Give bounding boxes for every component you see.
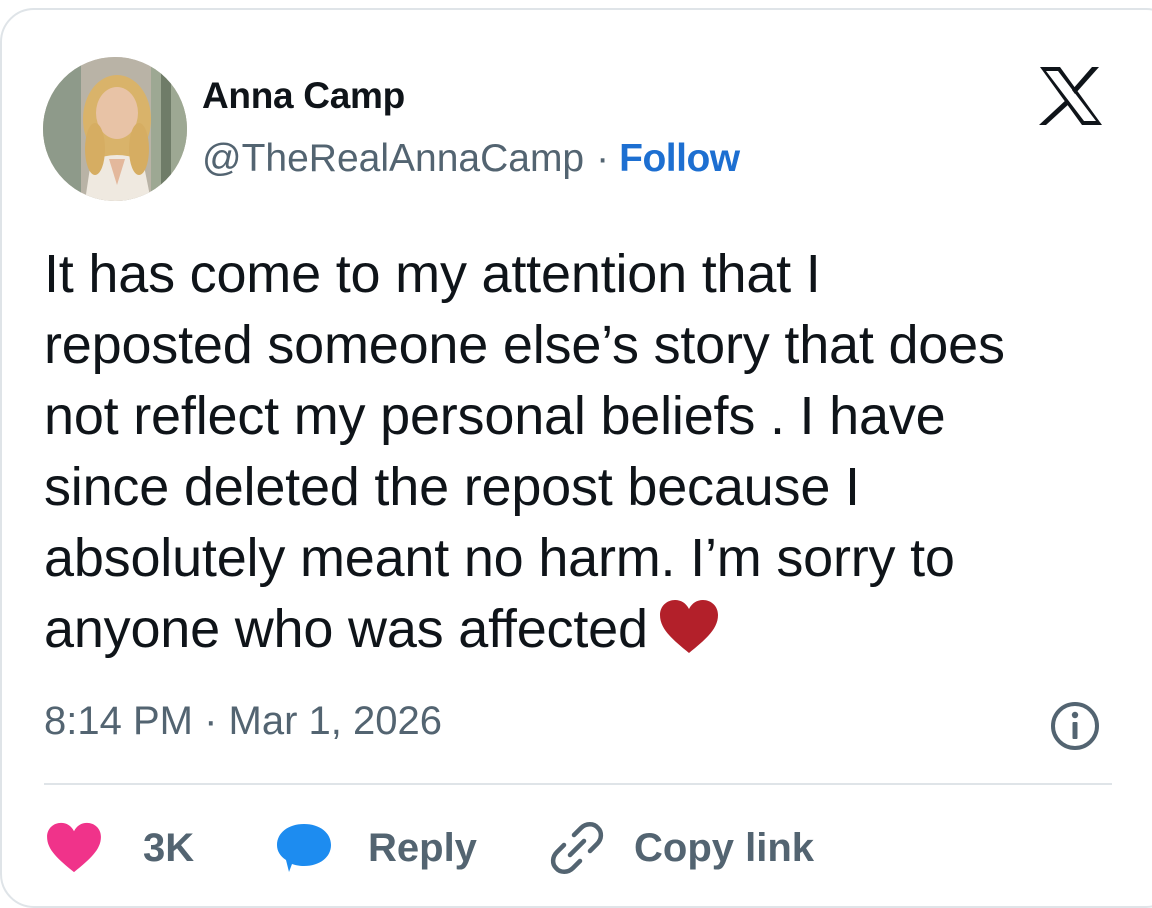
speech-bubble-icon xyxy=(277,824,331,872)
author-handle-row: @TheRealAnnaCamp · Follow xyxy=(202,137,740,181)
reply-label: Reply xyxy=(368,825,477,870)
post-text: It has come to my attention that I repos… xyxy=(44,239,1134,665)
like-count: 3K xyxy=(143,825,195,870)
info-icon[interactable] xyxy=(1049,700,1101,752)
post-text-line: reposted someone else’s story that does xyxy=(44,315,1005,375)
follow-link[interactable]: Follow xyxy=(619,137,740,180)
copy-link-label: Copy link xyxy=(634,825,815,870)
author-avatar[interactable] xyxy=(43,57,187,201)
actions-divider xyxy=(44,783,1112,785)
red-heart-emoji-icon xyxy=(659,600,718,653)
post-text-line: not reflect my personal beliefs . I have xyxy=(44,386,946,446)
author-handle[interactable]: @TheRealAnnaCamp xyxy=(202,137,584,180)
like-button[interactable]: 3K xyxy=(44,818,194,878)
author-name[interactable]: Anna Camp xyxy=(202,75,405,117)
heart-icon xyxy=(47,822,101,873)
post-text-line: since deleted the repost because I xyxy=(44,457,860,517)
copy-link-button[interactable]: Copy link xyxy=(550,818,814,878)
x-logo-icon[interactable] xyxy=(1038,66,1104,126)
post-text-last-line: anyone who was affected xyxy=(44,594,1134,665)
handle-separator: · xyxy=(596,137,610,180)
avatar-photo xyxy=(43,57,187,201)
embedded-post-card: Anna Camp @TheRealAnnaCamp · Follow It has… xyxy=(0,8,1152,908)
reply-button[interactable]: Reply xyxy=(275,818,477,878)
post-text-line: anyone who was affected xyxy=(44,599,648,659)
post-text-line: absolutely meant no harm. I’m sorry to xyxy=(44,528,955,588)
post-text-line: It has come to my attention that I xyxy=(44,244,821,304)
link-icon xyxy=(550,822,604,874)
post-timestamp[interactable]: 8:14 PM · Mar 1, 2026 xyxy=(44,699,442,744)
